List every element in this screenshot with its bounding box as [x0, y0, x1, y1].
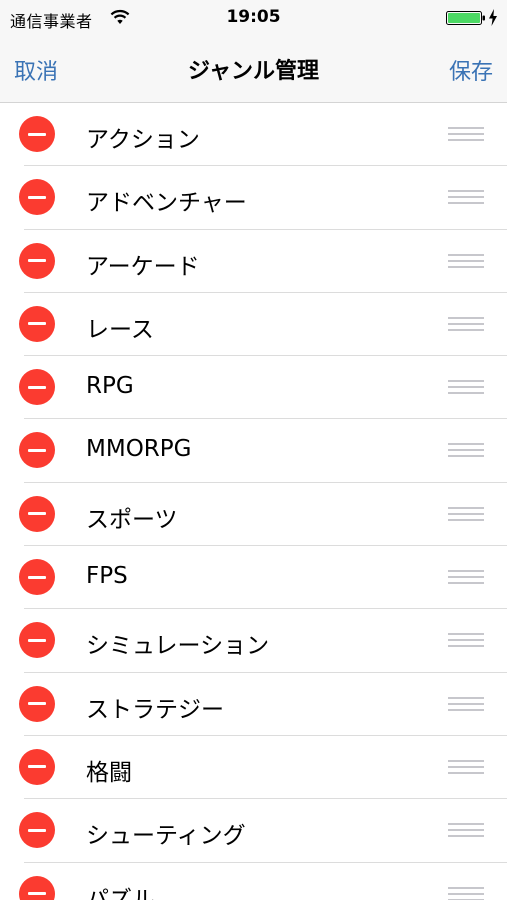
list-item[interactable]: アーケード	[0, 230, 507, 293]
delete-button[interactable]	[19, 116, 55, 152]
page-title: ジャンル管理	[188, 59, 319, 84]
genre-label: ストラテジー	[86, 696, 224, 723]
reorder-icon[interactable]	[448, 253, 484, 270]
minus-circle-icon	[28, 385, 46, 389]
status-bar: 通信事業者 19:05	[0, 0, 507, 36]
minus-circle-icon	[28, 702, 46, 706]
reorder-icon[interactable]	[448, 823, 484, 839]
delete-button[interactable]	[19, 369, 55, 406]
genre-label: アーケード	[86, 253, 200, 280]
genre-label: アドベンチャー	[86, 190, 247, 217]
list-item[interactable]: スポーツ	[0, 483, 507, 547]
list-item[interactable]: アドベンチャー	[0, 166, 507, 230]
genre-label: レース	[86, 316, 154, 343]
delete-button[interactable]	[19, 622, 55, 659]
reorder-icon[interactable]	[448, 886, 484, 900]
genre-label: スポーツ	[86, 506, 178, 533]
list-item[interactable]: MMORPG	[0, 419, 507, 483]
list-item[interactable]: シューティング	[0, 799, 507, 863]
battery-icon	[446, 11, 485, 25]
minus-circle-icon	[28, 322, 46, 326]
minus-circle-icon	[28, 638, 46, 642]
genre-label: パズル	[86, 886, 155, 900]
genre-label: RPG	[86, 373, 134, 400]
delete-button[interactable]	[19, 685, 55, 722]
reorder-icon[interactable]	[448, 759, 484, 776]
genre-label: シューティング	[86, 823, 246, 850]
reorder-icon[interactable]	[448, 380, 484, 396]
delete-button[interactable]	[19, 812, 55, 849]
genre-label: アクション	[86, 127, 200, 153]
list-item[interactable]: シミュレーション	[0, 609, 507, 673]
delete-button[interactable]	[19, 748, 55, 785]
minus-circle-icon	[28, 765, 46, 769]
list-item[interactable]: レース	[0, 293, 507, 357]
genre-label: 格闘	[86, 759, 132, 786]
delete-button[interactable]	[19, 559, 55, 596]
reorder-icon[interactable]	[448, 190, 484, 206]
list-item[interactable]: ストラテジー	[0, 673, 507, 736]
list-item[interactable]: パズル	[0, 863, 507, 900]
minus-circle-icon	[28, 575, 46, 579]
genre-label: シミュレーション	[86, 633, 270, 660]
minus-circle-icon	[28, 448, 46, 452]
minus-circle-icon	[28, 195, 46, 199]
reorder-icon[interactable]	[448, 316, 484, 333]
reorder-icon[interactable]	[448, 570, 484, 586]
delete-button[interactable]	[19, 432, 55, 469]
genre-label: FPS	[86, 563, 128, 590]
minus-circle-icon	[28, 828, 46, 832]
minus-circle-icon	[28, 892, 46, 896]
delete-button[interactable]	[19, 495, 55, 532]
delete-button[interactable]	[19, 305, 55, 342]
minus-circle-icon	[28, 132, 46, 136]
navigation-bar: 取消 ジャンル管理 保存	[0, 36, 507, 103]
list-item[interactable]: RPG	[0, 356, 507, 420]
list-item[interactable]: FPS	[0, 546, 507, 610]
minus-circle-icon	[28, 259, 46, 263]
delete-button[interactable]	[19, 242, 55, 279]
status-time: 19:05	[226, 7, 281, 27]
reorder-icon[interactable]	[448, 127, 484, 143]
reorder-icon[interactable]	[448, 506, 484, 523]
list-item[interactable]: アクション	[0, 103, 507, 167]
genre-label: MMORPG	[86, 436, 192, 463]
reorder-icon[interactable]	[448, 443, 484, 459]
list-item[interactable]: 格闘	[0, 736, 507, 800]
bolt-icon	[489, 9, 497, 26]
delete-button[interactable]	[19, 875, 55, 900]
genre-list[interactable]: アクションアドベンチャー アーケードレース RPG MMORPG スポーツ FPS シミュレ…	[0, 103, 507, 900]
reorder-icon[interactable]	[448, 696, 484, 713]
save-button[interactable]: 保存	[449, 54, 493, 86]
minus-circle-icon	[28, 512, 46, 516]
reorder-icon[interactable]	[448, 633, 484, 649]
delete-button[interactable]	[19, 179, 55, 216]
